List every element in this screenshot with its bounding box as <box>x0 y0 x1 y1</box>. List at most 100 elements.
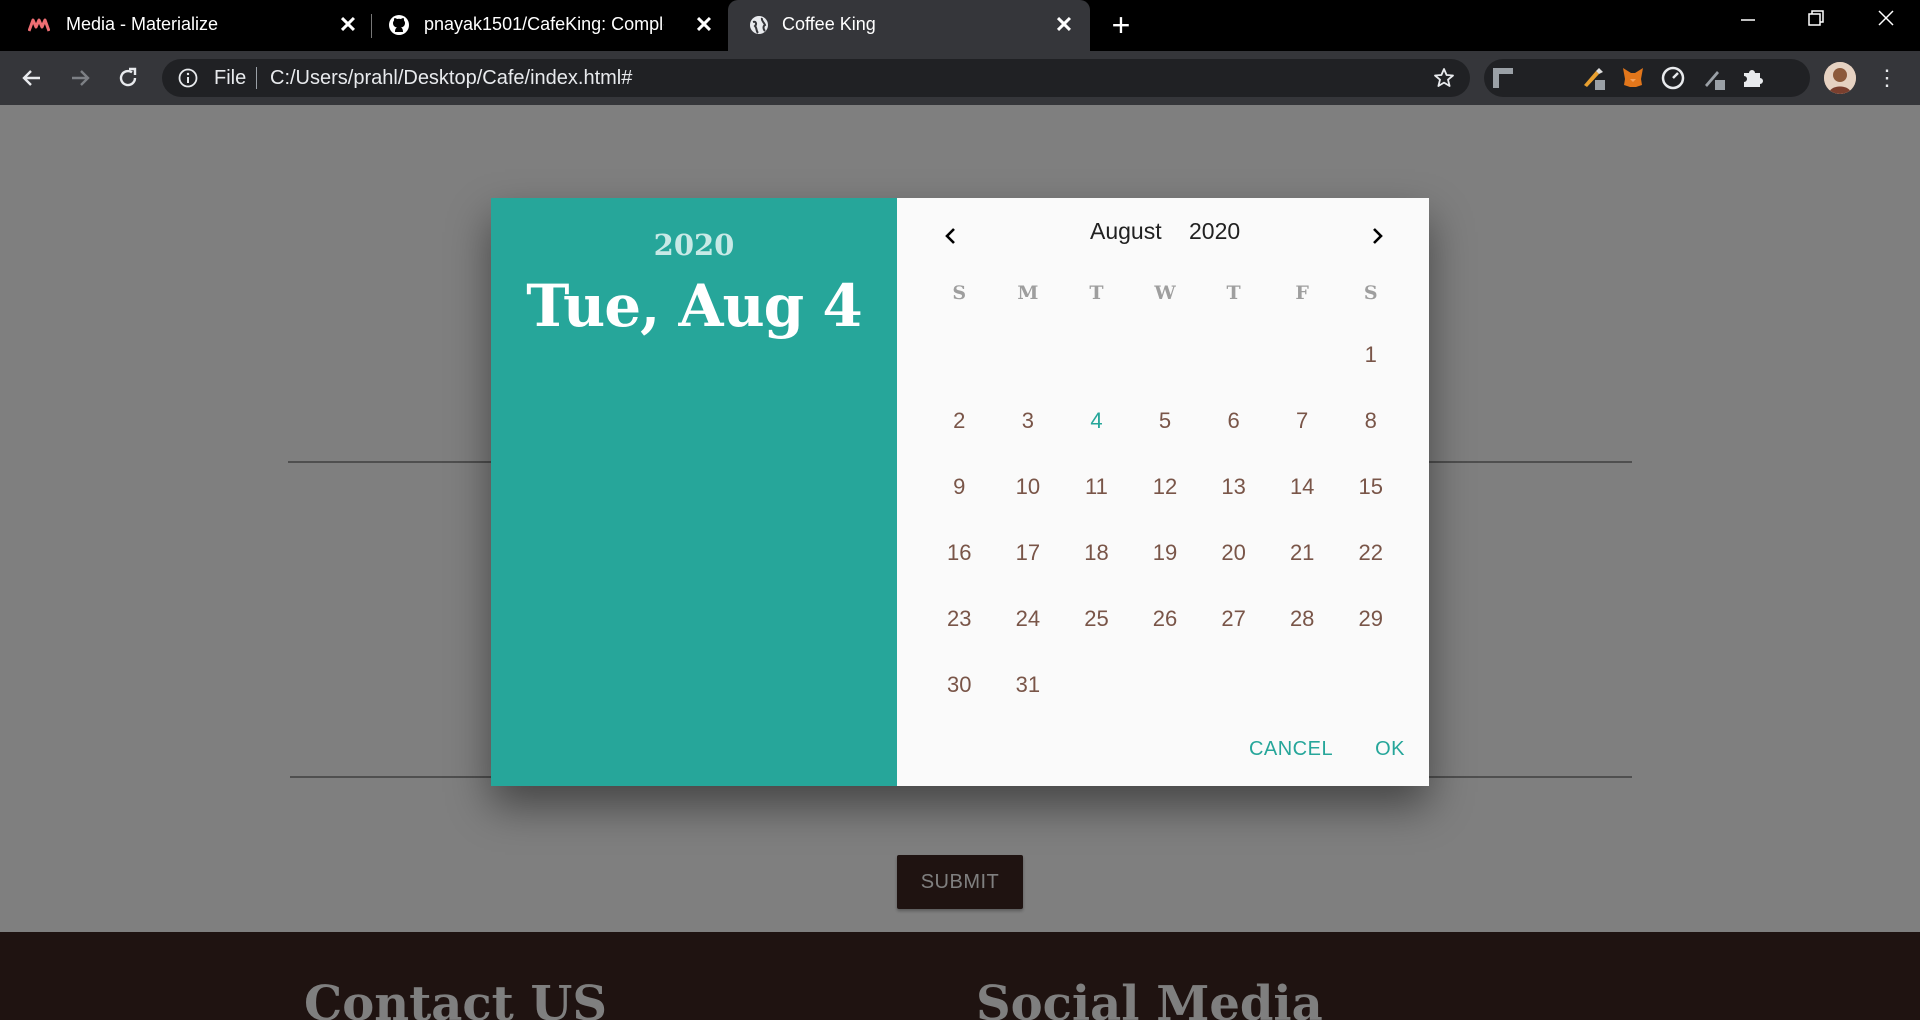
calendar-day[interactable]: 22 <box>1336 520 1405 586</box>
calendar-day[interactable]: 6 <box>1199 388 1268 454</box>
calendar-week-row: 16 17 18 19 20 21 22 <box>925 520 1405 586</box>
back-button[interactable] <box>16 62 48 94</box>
color-picker-extension-icon[interactable] <box>1580 65 1606 91</box>
calendar-day[interactable]: 12 <box>1131 454 1200 520</box>
calendar-day[interactable]: 11 <box>1062 454 1131 520</box>
calendar-empty-cell <box>1199 652 1268 718</box>
calendar-day[interactable]: 16 <box>925 520 994 586</box>
calendar-day[interactable]: 31 <box>994 652 1063 718</box>
github-icon <box>388 14 410 36</box>
puzzle-extensions-icon[interactable] <box>1740 65 1766 91</box>
datepicker-modal: 2020 Tue, Aug 4 August 2020 SMTWTFS12345… <box>491 198 1429 786</box>
tab-title: pnayak1501/CafeKing: Complete <box>424 14 664 34</box>
tab-coffee-king[interactable]: Coffee King ✕ <box>728 0 1090 51</box>
chevron-right-icon <box>1373 228 1383 244</box>
next-month-button[interactable] <box>1359 218 1395 254</box>
speedometer-extension-icon[interactable] <box>1660 65 1686 91</box>
weekday-label: S <box>1363 282 1378 304</box>
calendar-day[interactable]: 3 <box>994 388 1063 454</box>
calendar-day[interactable]: 18 <box>1062 520 1131 586</box>
browser-toolbar: File C:/Users/prahl/Desktop/Cafe/index.h… <box>0 51 1920 105</box>
browser-menu-button[interactable]: ⋮ <box>1876 63 1898 93</box>
weekday-label: S <box>952 282 967 304</box>
calendar-empty-cell <box>1268 322 1337 388</box>
tab-title: Media - Materialize <box>66 14 219 34</box>
address-bar[interactable]: File C:/Users/prahl/Desktop/Cafe/index.h… <box>162 59 1470 97</box>
calendar-day[interactable]: 4 <box>1062 388 1131 454</box>
calendar-week-row: 2345678 <box>925 388 1405 454</box>
datepicker-year[interactable]: 2020 <box>491 228 897 262</box>
calendar-day[interactable]: 13 <box>1199 454 1268 520</box>
weekday-label: T <box>1226 282 1241 304</box>
tab-materialize[interactable]: Media - Materialize ✕ <box>0 0 370 51</box>
weekday-label: F <box>1295 282 1309 304</box>
close-window-button[interactable] <box>1866 8 1906 38</box>
calendar-empty-cell <box>1268 652 1337 718</box>
close-tab-icon[interactable]: ✕ <box>692 13 716 37</box>
new-tab-button[interactable]: + <box>1106 9 1136 41</box>
calendar-day[interactable]: 7 <box>1268 388 1337 454</box>
forward-button[interactable] <box>64 62 96 94</box>
extensions-area <box>1484 59 1810 97</box>
calendar-day[interactable]: 25 <box>1062 586 1131 652</box>
calendar-day[interactable]: 15 <box>1336 454 1405 520</box>
close-tab-icon[interactable]: ✕ <box>336 13 360 37</box>
arrow-left-icon <box>22 70 40 86</box>
calendar-empty-cell <box>925 322 994 388</box>
reload-icon <box>119 67 137 87</box>
calendar-day[interactable]: 19 <box>1131 520 1200 586</box>
year-select[interactable]: 2020 <box>1189 218 1240 245</box>
calendar-day[interactable]: 20 <box>1199 520 1268 586</box>
calendar-day[interactable]: 8 <box>1336 388 1405 454</box>
calendar-day[interactable]: 5 <box>1131 388 1200 454</box>
calendar-day[interactable]: 28 <box>1268 586 1337 652</box>
weekday-header-row: SMTWTFS <box>925 278 1405 308</box>
calendar-grid: S M T W T F S 1 2 3 4 5 6 7 8 9 10 11 12 13 14 15 16 17 18 19 20 21… <box>925 278 1405 718</box>
calendar-day[interactable]: 24 <box>994 586 1063 652</box>
globe-icon <box>748 14 770 36</box>
calendar-day[interactable]: 26 <box>1131 586 1200 652</box>
chevron-left-icon <box>945 228 955 244</box>
calendar-day[interactable]: 1 <box>1336 322 1405 388</box>
pen-extension-icon[interactable] <box>1700 65 1726 91</box>
calendar-day[interactable]: 27 <box>1199 586 1268 652</box>
bookmark-star-icon[interactable] <box>1432 66 1456 90</box>
tab-github[interactable]: pnayak1501/CafeKing: Complete ✕ <box>372 0 726 51</box>
restore-window-button[interactable] <box>1796 8 1836 38</box>
ok-button[interactable]: OK <box>1375 738 1405 761</box>
ruler-extension-icon[interactable] <box>1490 65 1516 91</box>
calendar-day[interactable]: 30 <box>925 652 994 718</box>
info-icon[interactable] <box>178 68 198 88</box>
datepicker-header: 2020 Tue, Aug 4 <box>491 198 897 786</box>
weekday-label: M <box>1017 282 1039 304</box>
calendar-week-row: 1 <box>925 322 1405 388</box>
calendar-day[interactable]: 14 <box>1268 454 1337 520</box>
calendar-empty-cell <box>1199 322 1268 388</box>
calendar-empty-cell <box>1131 652 1200 718</box>
url-text[interactable]: C:/Users/prahl/Desktop/Cafe/index.html# <box>270 67 632 90</box>
close-tab-icon[interactable]: ✕ <box>1052 13 1076 37</box>
weekday-label: T <box>1089 282 1104 304</box>
weekday-label: W <box>1154 282 1176 304</box>
arrow-right-icon <box>72 70 90 86</box>
calendar-day[interactable]: 29 <box>1336 586 1405 652</box>
datepicker-selected-date: Tue, Aug 4 <box>526 272 863 340</box>
calendar-day[interactable]: 2 <box>925 388 994 454</box>
calendar-day[interactable]: 17 <box>994 520 1063 586</box>
calendar-day[interactable]: 23 <box>925 586 994 652</box>
metamask-fox-icon[interactable] <box>1620 65 1646 91</box>
prev-month-button[interactable] <box>933 218 969 254</box>
calendar-week-row: 30 31 <box>925 652 1405 718</box>
reload-button[interactable] <box>112 62 144 94</box>
calendar-day[interactable]: 10 <box>994 454 1063 520</box>
calendar-day[interactable]: 9 <box>925 454 994 520</box>
calendar-week-row: 23 24 25 26 27 28 29 <box>925 586 1405 652</box>
tab-strip: Media - Materialize ✕ pnayak1501/CafeKin… <box>0 0 1920 51</box>
month-select[interactable]: August <box>1090 218 1162 245</box>
calendar-day[interactable]: 21 <box>1268 520 1337 586</box>
minimize-window-button[interactable] <box>1728 8 1768 38</box>
datepicker-actions: CANCEL OK <box>1249 738 1405 761</box>
profile-avatar[interactable] <box>1824 62 1856 94</box>
cancel-button[interactable]: CANCEL <box>1249 738 1333 761</box>
calendar-week-row: 9 10 11 12 13 14 15 <box>925 454 1405 520</box>
